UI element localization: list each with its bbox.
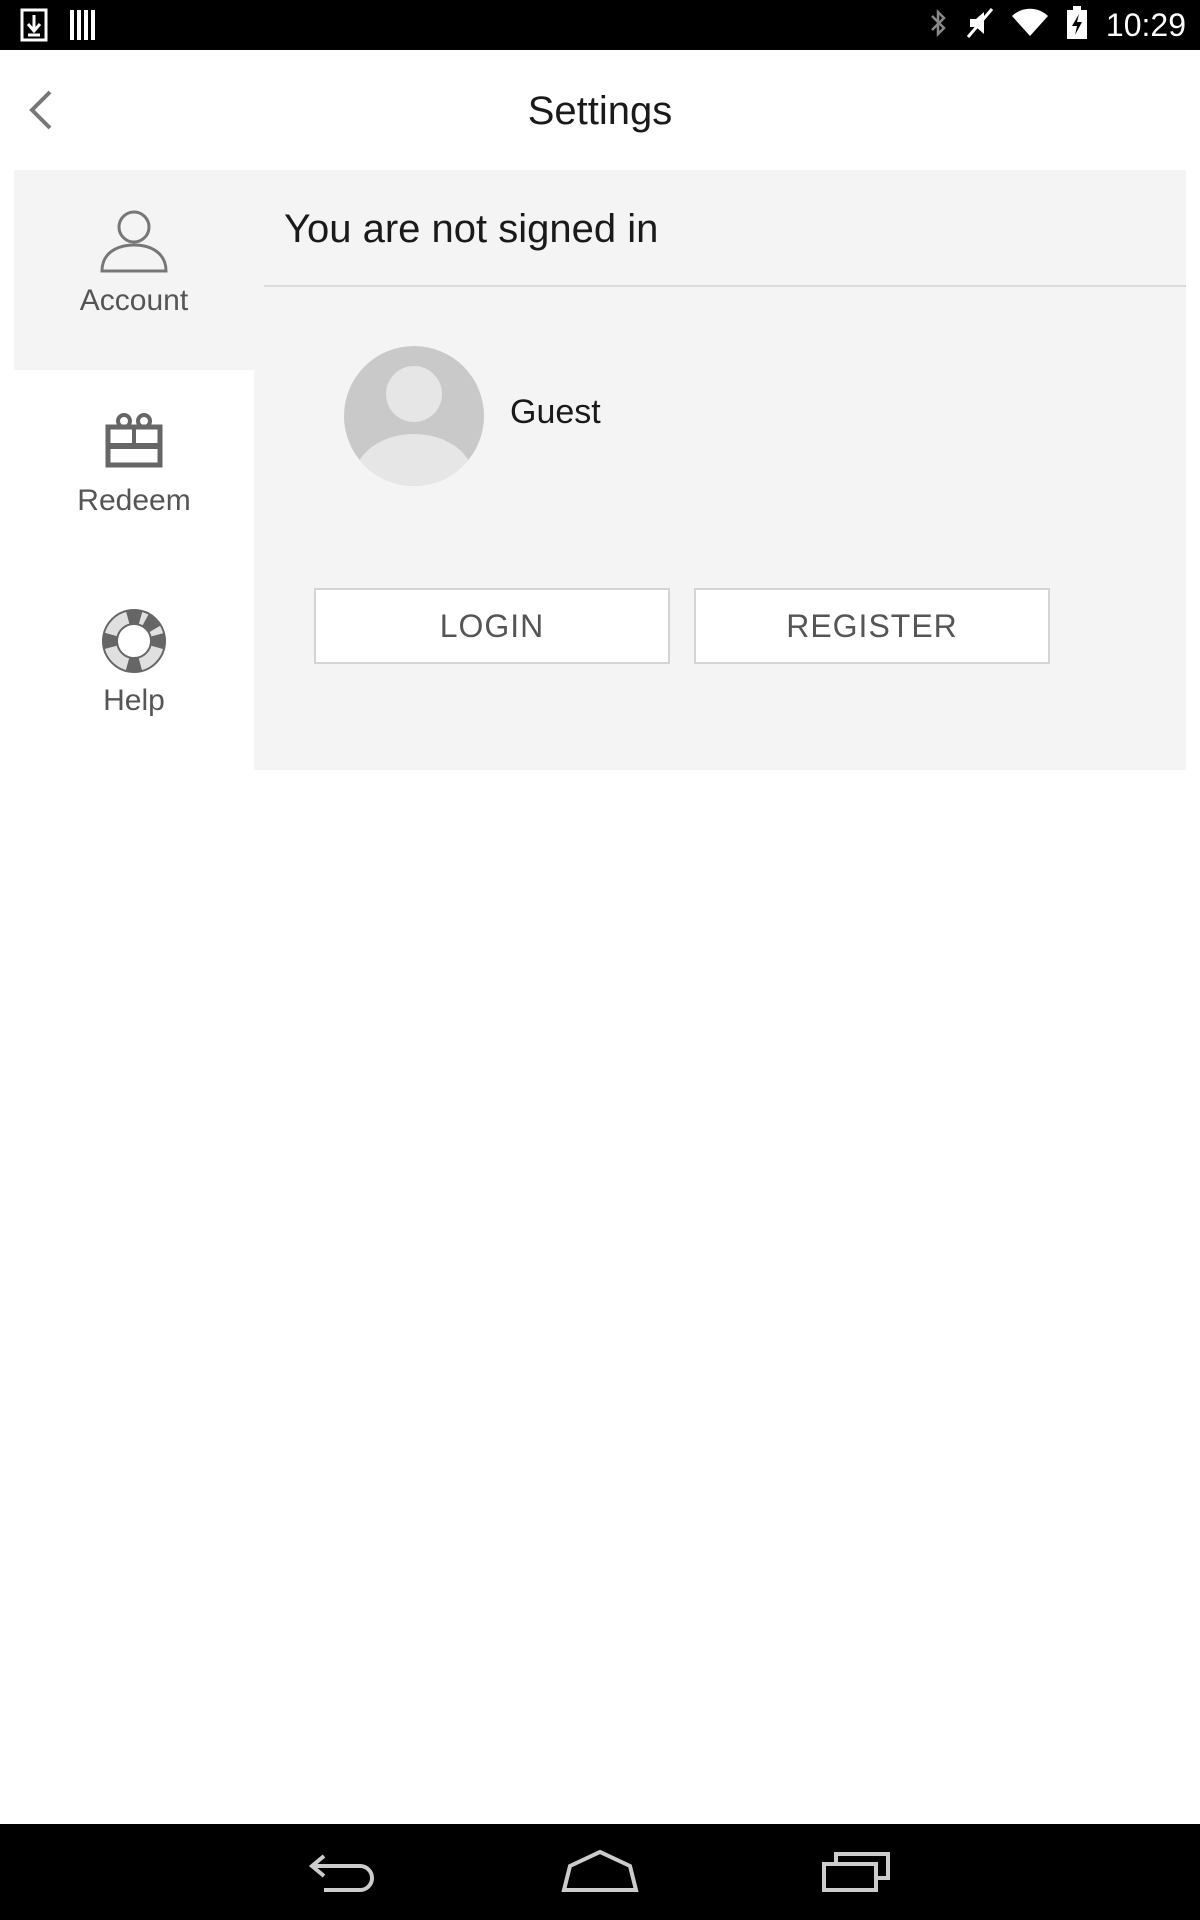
download-icon: [20, 8, 48, 46]
panel-header: You are not signed in: [264, 170, 1186, 287]
user-icon: [99, 206, 169, 276]
back-icon: [304, 1854, 384, 1906]
lifebuoy-icon: [99, 606, 169, 676]
recents-icon: [816, 1852, 896, 1906]
register-button[interactable]: REGISTER: [694, 588, 1050, 664]
clock: 10:29: [1105, 6, 1186, 43]
username: Guest: [510, 393, 601, 431]
wifi-icon: [1011, 8, 1048, 42]
avatar: [344, 346, 484, 486]
sidebar-item-label: Account: [79, 284, 189, 317]
sidebar-item-label: Redeem: [77, 484, 191, 517]
signin-status: You are not signed in: [284, 207, 659, 251]
nav-recents-button[interactable]: [816, 1842, 896, 1902]
page-title: Settings: [527, 89, 673, 133]
status-bar: 10:29: [0, 0, 1200, 50]
sidebar-item-redeem[interactable]: Redeem: [14, 370, 254, 570]
sidebar-item-help[interactable]: Help: [14, 570, 254, 770]
home-icon: [560, 1849, 640, 1906]
system-nav-bar: [0, 1824, 1200, 1920]
sidebar-item-label: Help: [103, 684, 165, 717]
gift-icon: [99, 406, 169, 476]
bluetooth-icon: [928, 7, 948, 43]
account-panel: You are not signed in Guest LOGIN REGIST…: [254, 170, 1186, 770]
login-button[interactable]: LOGIN: [314, 588, 670, 664]
settings-sidebar: Account Redeem Help: [14, 170, 254, 770]
battery-icon: [1066, 6, 1088, 44]
app-header: Settings: [0, 50, 1200, 170]
sidebar-item-account[interactable]: Account: [14, 170, 254, 370]
barcode-icon: [70, 10, 96, 44]
mute-icon: [966, 7, 994, 43]
nav-home-button[interactable]: [560, 1842, 640, 1902]
nav-back-button[interactable]: [304, 1842, 384, 1902]
